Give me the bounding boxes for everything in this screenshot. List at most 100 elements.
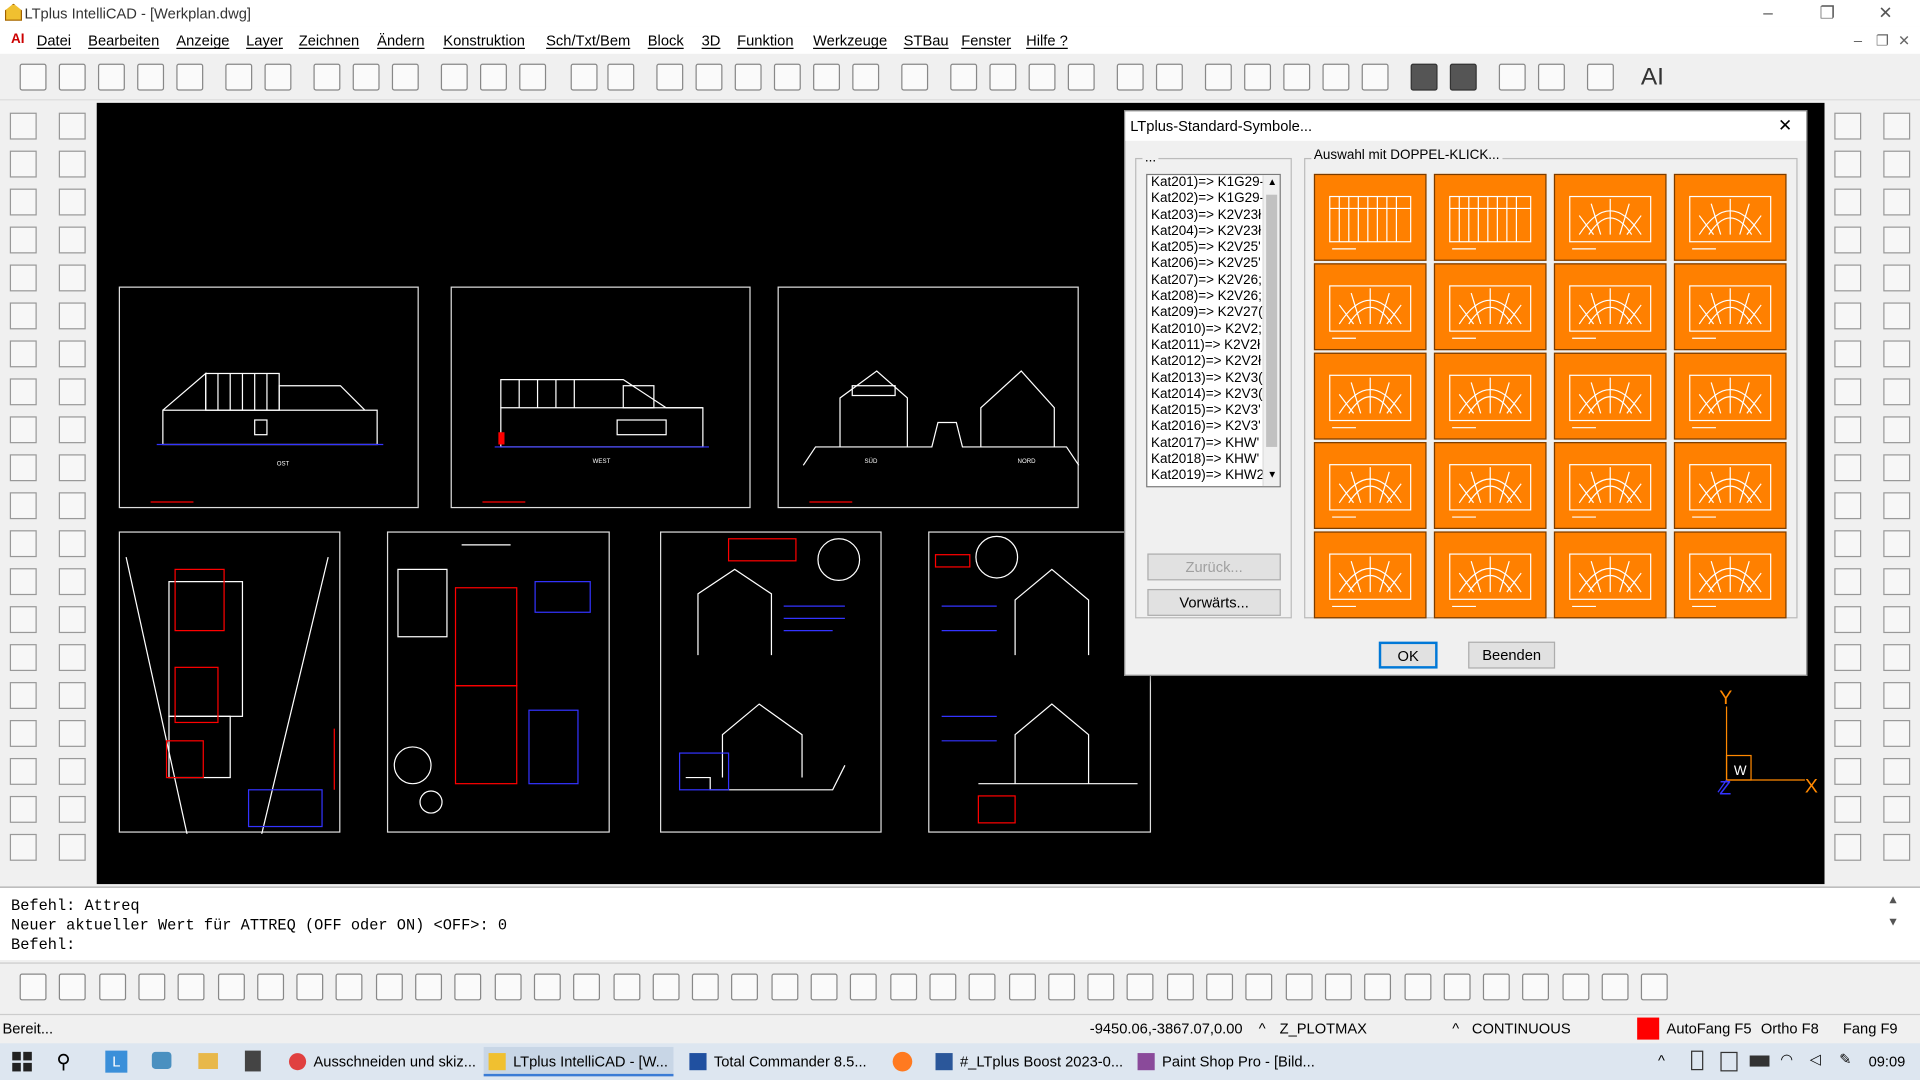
explorer-pin-icon[interactable]: [198, 1053, 218, 1069]
layer-tool-icon[interactable]: [1883, 644, 1911, 672]
draw-tool-icon[interactable]: [9, 530, 37, 558]
task-total-commander[interactable]: Total Commander 8.5...: [684, 1047, 874, 1076]
sheet-section-a-b[interactable]: [660, 531, 882, 833]
layer-tool-icon[interactable]: [1834, 682, 1862, 709]
category-listbox[interactable]: Kat201)=> K1G29- Kat202)=> K1G29- Kat203)=…: [1146, 173, 1281, 488]
staircase-symbol-tile[interactable]: [1673, 442, 1787, 529]
category-list-item[interactable]: Kat207)=> K2V26;: [1147, 273, 1262, 289]
draw-tool-icon[interactable]: [58, 492, 86, 520]
scroll-down-icon[interactable]: ▼: [1267, 469, 1277, 480]
category-list-item[interactable]: Kat2018)=> KHW': [1147, 452, 1262, 468]
layer-dropdown-icon[interactable]: ^: [1259, 1020, 1266, 1037]
draw-tool-icon[interactable]: [58, 416, 86, 444]
3d-tool-icon[interactable]: [1127, 973, 1154, 1001]
category-list-item[interactable]: Kat209)=> K2V27(: [1147, 305, 1262, 321]
draw-tool-icon[interactable]: [58, 226, 86, 254]
draw-tool-icon[interactable]: [9, 720, 37, 747]
sheet-section-c-d[interactable]: [928, 531, 1152, 833]
draw-tool-icon[interactable]: [9, 264, 37, 292]
status-autofang[interactable]: AutoFang F5: [1667, 1020, 1752, 1037]
menu-hilfe[interactable]: Hilfe ?: [1026, 32, 1068, 49]
close-button[interactable]: ✕: [1878, 2, 1892, 23]
3d-tool-icon[interactable]: [138, 973, 166, 1001]
layer-tool-icon[interactable]: [1883, 454, 1911, 482]
dialog-close-icon[interactable]: ✕: [1778, 115, 1792, 136]
regen-icon[interactable]: [901, 63, 929, 91]
sheet-floor-plan[interactable]: [386, 531, 610, 833]
menu-funktion[interactable]: Funktion: [737, 32, 793, 49]
layer-tool-icon[interactable]: [1834, 720, 1862, 747]
draw-tool-icon[interactable]: [58, 378, 86, 406]
layer-tool-icon[interactable]: [1834, 644, 1862, 672]
3d-tool-icon[interactable]: [1166, 973, 1194, 1001]
category-list-item[interactable]: Kat2015)=> K2V3': [1147, 403, 1262, 419]
3d-tool-icon[interactable]: [1047, 973, 1075, 1001]
draw-tool-icon[interactable]: [9, 795, 37, 823]
3d-tool-icon[interactable]: [1206, 973, 1234, 1001]
staircase-symbol-tile[interactable]: [1313, 352, 1427, 440]
layer-tool-icon[interactable]: [1834, 340, 1862, 368]
ltplus-pin-icon[interactable]: L: [105, 1050, 128, 1073]
undo-icon[interactable]: [570, 63, 598, 91]
3d-tool-icon[interactable]: [889, 973, 917, 1001]
minimize-button[interactable]: –: [1763, 2, 1773, 22]
command-prompt[interactable]: Befehl:: [11, 937, 75, 954]
draw-tool-icon[interactable]: [9, 454, 37, 482]
pan-icon[interactable]: [852, 63, 880, 91]
draw-tool-icon[interactable]: [9, 833, 37, 861]
redo-icon[interactable]: [607, 63, 635, 91]
3d-tool-icon[interactable]: [1562, 973, 1590, 1001]
3d-tool-icon[interactable]: [415, 973, 443, 1001]
staircase-symbol-tile[interactable]: [1313, 442, 1427, 529]
ok-button[interactable]: OK: [1378, 641, 1438, 669]
menu-block[interactable]: Block: [648, 32, 684, 49]
zoom-window-icon[interactable]: [695, 63, 723, 91]
layer-tool-icon[interactable]: [1834, 150, 1862, 178]
close-dialog-button[interactable]: Beenden: [1468, 641, 1556, 669]
3d-tool-icon[interactable]: [1522, 973, 1550, 1001]
layer-tool-icon[interactable]: [1834, 264, 1862, 292]
staircase-symbol-tile[interactable]: [1433, 263, 1547, 351]
3d-tool-icon[interactable]: [494, 973, 522, 1001]
sheet-site-plan[interactable]: [118, 531, 341, 864]
attribute-edit-icon[interactable]: [1537, 63, 1565, 91]
category-list-item[interactable]: Kat2013)=> K2V3(: [1147, 370, 1262, 386]
draw-tool-icon[interactable]: [58, 720, 86, 747]
zoom-out-icon[interactable]: [734, 63, 762, 91]
3d-tool-icon[interactable]: [98, 973, 126, 1001]
command-line[interactable]: Befehl: Attreq Neuer aktueller Wert für …: [0, 886, 1920, 961]
zoom-realtime-icon[interactable]: [813, 63, 841, 91]
layer-tool-icon[interactable]: [1834, 833, 1862, 861]
layer-tool-icon[interactable]: [1883, 378, 1911, 406]
category-list-item[interactable]: Kat204)=> K2V23ł: [1147, 224, 1262, 240]
scroll-up-icon[interactable]: ▲: [1267, 176, 1277, 187]
staircase-symbol-tile[interactable]: [1313, 173, 1427, 261]
draw-tool-icon[interactable]: [58, 606, 86, 634]
draw-tool-icon[interactable]: [58, 188, 86, 216]
sheet-elevation-ost[interactable]: OST: [118, 286, 419, 509]
area-icon[interactable]: [1322, 63, 1350, 91]
select-icon[interactable]: [519, 63, 547, 91]
windows-start-icon[interactable]: [12, 1051, 32, 1072]
layer-tool-icon[interactable]: [1883, 568, 1911, 596]
layer-tool-icon[interactable]: [1883, 492, 1911, 520]
draw-tool-icon[interactable]: [9, 112, 37, 140]
category-list-item[interactable]: Kat2012)=> K2V2ł: [1147, 354, 1262, 370]
menu-3d[interactable]: 3D: [702, 32, 721, 49]
3d-tool-icon[interactable]: [850, 973, 878, 1001]
draw-tool-icon[interactable]: [58, 530, 86, 558]
3d-tool-icon[interactable]: [929, 973, 957, 1001]
distance-icon[interactable]: [1283, 63, 1311, 91]
plot-icon[interactable]: [264, 63, 292, 91]
layer-tool-icon[interactable]: [1883, 112, 1911, 140]
tray-chevron-icon[interactable]: ^: [1658, 1052, 1665, 1069]
calculator-pin-icon[interactable]: [244, 1050, 261, 1072]
category-list-item[interactable]: Kat205)=> K2V25': [1147, 240, 1262, 256]
copy-icon[interactable]: [352, 63, 380, 91]
layer-tool-icon[interactable]: [1883, 530, 1911, 558]
3d-tool-icon[interactable]: [177, 973, 205, 1001]
layer-tool-icon[interactable]: [1883, 757, 1911, 785]
draw-tool-icon[interactable]: [58, 795, 86, 823]
linetype-dropdown-icon[interactable]: ^: [1452, 1020, 1459, 1037]
layer-tool-icon[interactable]: [1883, 416, 1911, 444]
